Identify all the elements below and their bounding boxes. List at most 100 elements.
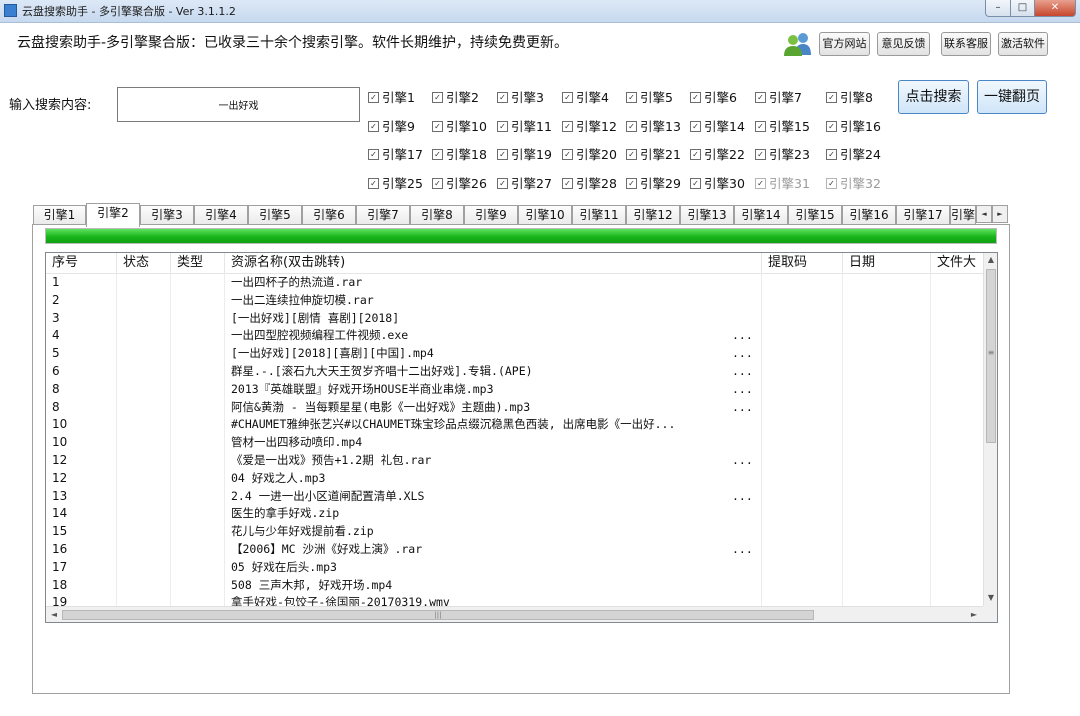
engine-checkbox-13[interactable]: ✓ 引擎13 [626,119,681,135]
engine-checkbox-32[interactable]: ✓ 引擎32 [826,176,881,192]
checkbox-checked-icon[interactable]: ✓ [562,178,573,189]
engine-checkbox-27[interactable]: ✓ 引擎27 [497,176,552,192]
engine-checkbox-12[interactable]: ✓ 引擎12 [562,119,617,135]
tab-engine-3[interactable]: 引擎3 [140,205,194,225]
tab-engine-14[interactable]: 引擎14 [734,205,788,225]
table-row[interactable]: 17 05 好戏在后头.mp3 [46,559,984,577]
engine-checkbox-31[interactable]: ✓ 引擎31 [755,176,810,192]
engine-checkbox-4[interactable]: ✓ 引擎4 [562,90,609,106]
engine-checkbox-14[interactable]: ✓ 引擎14 [690,119,745,135]
tab-engine-8[interactable]: 引擎8 [410,205,464,225]
table-row[interactable]: 15 花儿与少年好戏提前看.zip [46,523,984,541]
table-row[interactable]: 12 《爱是一出戏》预告+1.2期 礼包.rar... [46,452,984,470]
engine-checkbox-9[interactable]: ✓ 引擎9 [368,119,415,135]
engine-checkbox-28[interactable]: ✓ 引擎28 [562,176,617,192]
col-header-size[interactable]: 文件大 [931,253,984,273]
search-input[interactable] [117,87,360,122]
checkbox-checked-icon[interactable]: ✓ [562,121,573,132]
col-header-code[interactable]: 提取码 [762,253,843,273]
horizontal-scrollbar[interactable]: ◄ ||| ► [46,606,983,622]
tab-engine-1[interactable]: 引擎1 [33,205,86,225]
col-header-no[interactable]: 序号 [46,253,117,273]
engine-checkbox-6[interactable]: ✓ 引擎6 [690,90,737,106]
checkbox-checked-icon[interactable]: ✓ [562,92,573,103]
engine-checkbox-30[interactable]: ✓ 引擎30 [690,176,745,192]
table-row[interactable]: 16 【2006】MC 沙洲《好戏上演》.rar... [46,541,984,559]
checkbox-checked-icon[interactable]: ✓ [497,178,508,189]
table-row[interactable]: 10 管材一出四移动喷印.mp4 [46,434,984,452]
checkbox-checked-icon[interactable]: ✓ [626,149,637,160]
col-header-name[interactable]: 资源名称(双击跳转) [225,253,762,273]
table-row[interactable]: 6 群星.-.[滚石九大天王贺岁齐唱十二出好戏].专辑.(APE)... [46,363,984,381]
checkbox-checked-icon[interactable]: ✓ [368,178,379,189]
tab-engine-2[interactable]: 引擎2 [86,203,140,227]
checkbox-checked-icon[interactable]: ✓ [368,149,379,160]
engine-checkbox-17[interactable]: ✓ 引擎17 [368,147,423,163]
results-list[interactable]: 序号 状态 类型 资源名称(双击跳转) 提取码 日期 文件大 1 一出四杯子的热流… [45,252,998,623]
checkbox-checked-icon[interactable]: ✓ [432,121,443,132]
checkbox-checked-icon[interactable]: ✓ [497,149,508,160]
scroll-up-icon[interactable]: ▲ [985,253,997,267]
checkbox-checked-icon[interactable]: ✓ [690,92,701,103]
engine-checkbox-20[interactable]: ✓ 引擎20 [562,147,617,163]
tab-engine-12[interactable]: 引擎12 [626,205,680,225]
vertical-scroll-thumb[interactable]: ≡ [986,269,996,443]
scroll-left-icon[interactable]: ◄ [48,608,60,622]
engine-checkbox-26[interactable]: ✓ 引擎26 [432,176,487,192]
checkbox-checked-icon[interactable]: ✓ [368,121,379,132]
engine-checkbox-16[interactable]: ✓ 引擎16 [826,119,881,135]
engine-checkbox-25[interactable]: ✓ 引擎25 [368,176,423,192]
tab-engine-10[interactable]: 引擎10 [518,205,572,225]
tab-engine-6[interactable]: 引擎6 [302,205,356,225]
tab-engine-7[interactable]: 引擎7 [356,205,410,225]
checkbox-checked-icon[interactable]: ✓ [497,121,508,132]
table-row[interactable]: 12 04 好戏之人.mp3 [46,470,984,488]
engine-checkbox-29[interactable]: ✓ 引擎29 [626,176,681,192]
engine-checkbox-11[interactable]: ✓ 引擎11 [497,119,552,135]
checkbox-checked-icon[interactable]: ✓ [690,178,701,189]
table-row[interactable]: 8 2013『英雄联盟』好戏开场HOUSE半商业串烧.mp3... [46,381,984,399]
table-row[interactable]: 14 医生的拿手好戏.zip [46,505,984,523]
checkbox-checked-icon[interactable]: ✓ [626,92,637,103]
tab-next-icon[interactable]: ► [992,205,1008,223]
engine-checkbox-3[interactable]: ✓ 引擎3 [497,90,544,106]
tab-prev-icon[interactable]: ◄ [976,205,992,223]
checkbox-checked-icon[interactable]: ✓ [626,178,637,189]
col-header-type[interactable]: 类型 [171,253,225,273]
engine-checkbox-23[interactable]: ✓ 引擎23 [755,147,810,163]
checkbox-checked-icon[interactable]: ✓ [432,178,443,189]
tab-engine-9[interactable]: 引擎9 [464,205,518,225]
table-row[interactable]: 18 508 三声木邦, 好戏开场.mp4 [46,577,984,595]
scroll-down-icon[interactable]: ▼ [985,591,997,605]
engine-checkbox-8[interactable]: ✓ 引擎8 [826,90,873,106]
search-button[interactable]: 点击搜索 [898,80,969,114]
checkbox-checked-icon[interactable]: ✓ [562,149,573,160]
engine-checkbox-19[interactable]: ✓ 引擎19 [497,147,552,163]
minimize-button[interactable]: – [985,0,1011,17]
horizontal-scroll-thumb[interactable]: ||| [62,610,814,620]
table-row[interactable]: 8 阿信&黄渤 - 当每颗星星(电影《一出好戏》主题曲).mp3... [46,399,984,417]
checkbox-checked-icon[interactable]: ✓ [626,121,637,132]
engine-checkbox-5[interactable]: ✓ 引擎5 [626,90,673,106]
col-header-date[interactable]: 日期 [843,253,931,273]
engine-checkbox-2[interactable]: ✓ 引擎2 [432,90,479,106]
contact-button[interactable]: 联系客服 [941,32,991,56]
maximize-button[interactable]: □ [1010,0,1035,17]
table-row[interactable]: 5 [一出好戏][2018][喜剧][中国].mp4... [46,345,984,363]
engine-checkbox-21[interactable]: ✓ 引擎21 [626,147,681,163]
table-row[interactable]: 10 #CHAUMET雅绅张艺兴#以CHAUMET珠宝珍品点缀沉稳黑色西装, 出席… [46,416,984,434]
tab-engine-17[interactable]: 引擎17 [896,205,950,225]
close-button[interactable]: ✕ [1034,0,1076,17]
tab-engine-11[interactable]: 引擎11 [572,205,626,225]
table-row[interactable]: 3 [一出好戏][剧情 喜剧][2018] [46,310,984,328]
table-row[interactable]: 13 2.4 一进一出小区道闸配置清单.XLS... [46,488,984,506]
next-page-button[interactable]: 一键翻页 [977,80,1047,114]
table-row[interactable]: 19 拿手好戏-包饺子-徐国丽-20170319.wmv [46,594,984,606]
table-row[interactable]: 2 一出二连续拉伸旋切模.rar [46,292,984,310]
official-site-button[interactable]: 官方网站 [819,32,870,56]
engine-checkbox-7[interactable]: ✓ 引擎7 [755,90,802,106]
tab-engine-15[interactable]: 引擎15 [788,205,842,225]
activate-button[interactable]: 激活软件 [998,32,1048,56]
engine-checkbox-10[interactable]: ✓ 引擎10 [432,119,487,135]
checkbox-checked-icon[interactable]: ✓ [755,149,766,160]
